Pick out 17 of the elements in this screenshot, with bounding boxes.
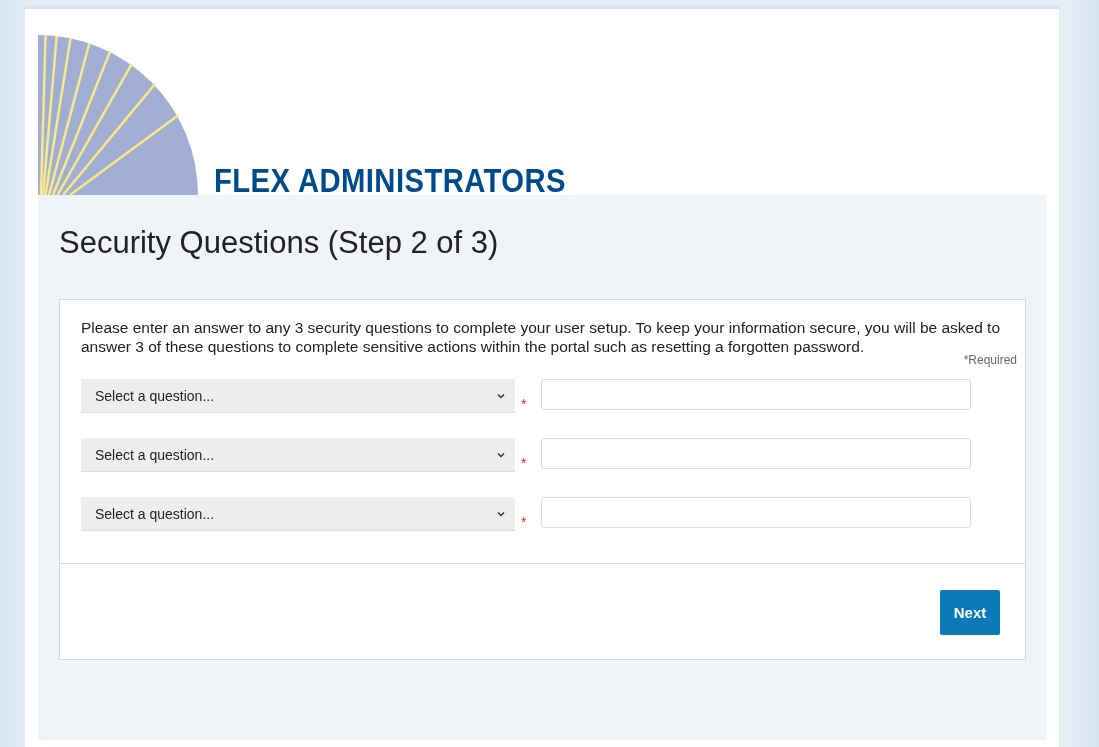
question-dropdown[interactable]: Select a question...	[81, 379, 515, 413]
answer-field[interactable]	[541, 379, 971, 410]
next-button[interactable]: Next	[940, 590, 1000, 635]
logo-text: FLEX ADMINISTRATORS	[214, 165, 566, 195]
intro-text: Please enter an answer to any 3 security questions to complete your user setup. To keep your information secure, you will be asked to answer 3 of these questions to complete sensitive actions within the portal such as resetting a forgotten password.	[81, 318, 1002, 355]
required-mark: *	[521, 514, 528, 530]
question-dropdown[interactable]: Select a question...	[81, 438, 515, 472]
required-mark: *	[521, 396, 528, 412]
required-note: *Required	[963, 353, 1017, 367]
required-mark: *	[521, 455, 528, 471]
answer-field[interactable]	[541, 438, 971, 469]
chevron-icon	[497, 510, 505, 517]
chevron-icon	[497, 392, 505, 399]
page-title: Security Questions (Step 2 of 3)	[59, 225, 500, 261]
chevron-icon	[497, 451, 505, 458]
question-dropdown[interactable]: Select a question...	[81, 497, 515, 531]
answer-field[interactable]	[541, 497, 971, 528]
